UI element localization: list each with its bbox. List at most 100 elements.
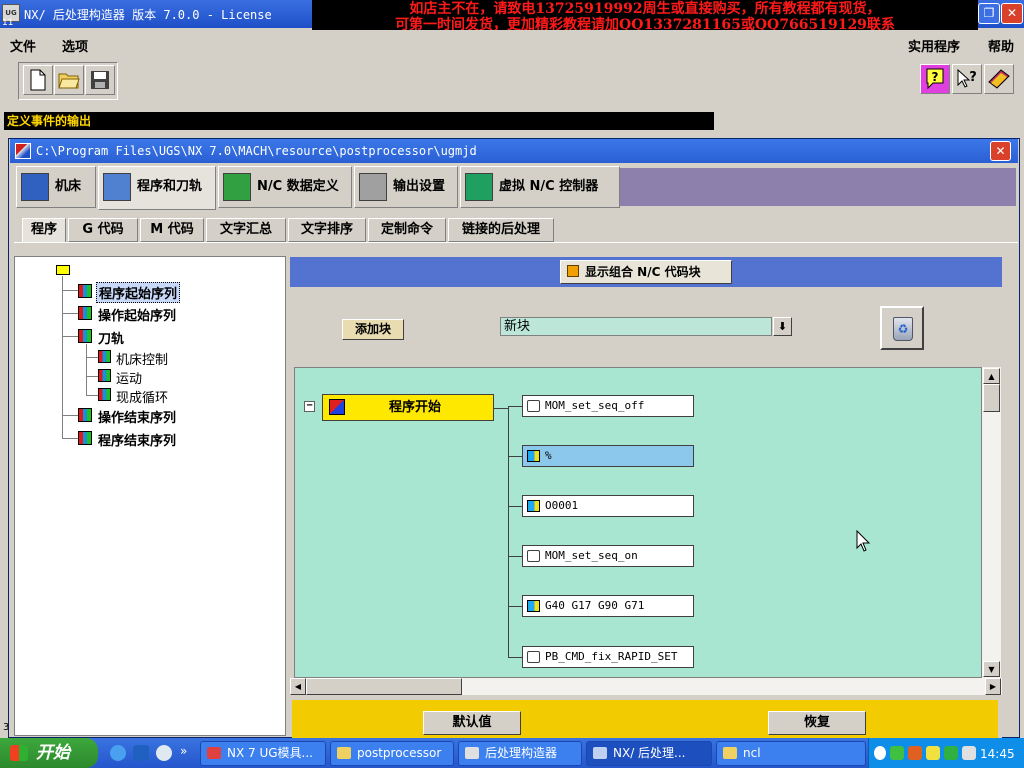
inner-close-button[interactable]: ✕: [990, 141, 1011, 161]
default-button[interactable]: 默认值: [423, 711, 521, 735]
vertical-scroll-thumb[interactable]: [983, 384, 1000, 412]
manual-book-icon: [988, 69, 1010, 89]
menu-file[interactable]: 文件: [10, 36, 36, 55]
sequence-icon: [78, 329, 92, 343]
help-question-icon: ?: [926, 68, 944, 90]
sequence-tree[interactable]: [14, 256, 286, 736]
sequence-icon: [98, 388, 111, 401]
save-file-button[interactable]: [85, 65, 115, 95]
add-block-button[interactable]: 添加块: [342, 319, 404, 340]
block-label: %: [545, 449, 552, 462]
tree-node-label: 现成循环: [116, 391, 169, 406]
manual-button[interactable]: [984, 64, 1014, 94]
task-nx7-tutorial[interactable]: NX 7 UG模具...: [200, 741, 326, 766]
block-percent[interactable]: %: [522, 445, 694, 467]
scroll-left-icon[interactable]: ◀: [290, 678, 306, 695]
network-icon[interactable]: [890, 746, 904, 760]
task-label: NX/ 后处理...: [613, 746, 686, 760]
new-file-button[interactable]: [23, 65, 53, 95]
show-combined-blocks-toggle[interactable]: 显示组合 N/C 代码块: [560, 260, 732, 284]
block-g40-g17-g90-g71[interactable]: G40 G17 G90 G71: [522, 595, 694, 617]
block-mom-set-seq-off[interactable]: MOM_set_seq_off: [522, 395, 694, 417]
cube-icon: [527, 450, 540, 462]
mouse-cursor-icon: [856, 530, 870, 552]
task-postprocessor-folder[interactable]: postprocessor: [330, 741, 454, 766]
subtab-linked-posts[interactable]: 链接的后处理: [448, 218, 554, 242]
tree-node-label: 程序结束序列: [98, 434, 177, 449]
help-button[interactable]: ?: [920, 64, 950, 94]
ie-icon[interactable]: [110, 745, 126, 761]
task-ncl-folder[interactable]: ncl: [716, 741, 866, 766]
subtab-divider: [14, 242, 1018, 243]
program-start-node[interactable]: 程序开始: [322, 394, 494, 421]
folder-icon: [723, 747, 737, 759]
desktop-icon[interactable]: [133, 745, 149, 761]
tab-nc-data-definition[interactable]: N/C 数据定义: [218, 166, 352, 208]
subtab-program[interactable]: 程序: [22, 218, 66, 242]
scroll-down-icon[interactable]: ▼: [983, 661, 1000, 677]
tab-machine-tool[interactable]: 机床: [16, 166, 96, 208]
block-mom-set-seq-on[interactable]: MOM_set_seq_on: [522, 545, 694, 567]
connector-line: [508, 456, 522, 457]
volume-icon[interactable]: [962, 746, 976, 760]
close-window-button[interactable]: ✕: [1001, 3, 1023, 24]
scroll-up-icon[interactable]: ▲: [983, 368, 1000, 384]
tab-label: 机床: [55, 179, 82, 194]
tree-line: [62, 336, 78, 337]
tree-node-label: 操作起始序列: [98, 309, 177, 324]
menu-options[interactable]: 选项: [62, 36, 88, 55]
menu-help[interactable]: 帮助: [988, 36, 1014, 55]
svg-text:?: ?: [969, 70, 977, 85]
scroll-right-icon[interactable]: ▶: [985, 678, 1001, 695]
collapse-icon[interactable]: −: [304, 401, 315, 412]
tree-line: [62, 415, 78, 416]
ad-banner: 如店主不在，请致电13725919992周生或直接购买，所有教程都有现货， 可第…: [312, 0, 978, 34]
tab-output-settings[interactable]: 输出设置: [354, 166, 458, 208]
program-start-icon: [329, 399, 345, 415]
trash-button[interactable]: ♻: [880, 306, 924, 350]
show-blocks-checkbox-icon[interactable]: [567, 265, 579, 277]
tab-virtual-nc-controller[interactable]: 虚拟 N/C 控制器: [460, 166, 620, 208]
new-block-select[interactable]: 新块: [500, 317, 772, 336]
corner-number: 11: [2, 18, 14, 28]
task-post-builder[interactable]: 后处理构造器: [458, 741, 582, 766]
tree-line: [86, 376, 98, 377]
subtab-custom-command[interactable]: 定制命令: [368, 218, 446, 242]
open-file-button[interactable]: [54, 65, 84, 95]
dropdown-arrow-icon[interactable]: ⬇: [773, 317, 792, 336]
subtab-word-summary[interactable]: 文字汇总: [206, 218, 286, 242]
task-label: 后处理构造器: [485, 746, 558, 760]
tree-line: [86, 395, 98, 396]
quicklaunch-overflow-icon[interactable]: »: [180, 744, 187, 758]
horizontal-scroll-thumb[interactable]: [306, 678, 462, 695]
new-file-icon: [30, 69, 46, 91]
tab-program-toolpath[interactable]: 程序和刀轨: [98, 166, 216, 210]
block-o0001[interactable]: O0001: [522, 495, 694, 517]
security-icon[interactable]: [926, 746, 940, 760]
subtab-word-sequence[interactable]: 文字排序: [288, 218, 366, 242]
sequence-icon: [78, 431, 92, 445]
subtab-m-code[interactable]: M 代码: [140, 218, 204, 242]
nc-data-icon: [223, 173, 251, 201]
restore-window-button[interactable]: ❐: [978, 3, 1000, 24]
block-label: G40 G17 G90 G71: [545, 599, 645, 612]
folder-icon: [337, 747, 351, 759]
block-pb-cmd-fix-rapid-set[interactable]: PB_CMD_fix_RAPID_SET: [522, 646, 694, 668]
canvas-vertical-scrollbar[interactable]: [982, 367, 1001, 678]
sequence-icon: [98, 369, 111, 382]
task-nx-post[interactable]: NX/ 后处理...: [586, 741, 712, 766]
connector-line: [508, 406, 509, 658]
context-help-button[interactable]: ?: [952, 64, 982, 94]
restore-button[interactable]: 恢复: [768, 711, 866, 735]
media-player-icon[interactable]: [156, 745, 172, 761]
tray-arrow-icon[interactable]: [874, 746, 886, 760]
shield-icon[interactable]: [944, 746, 958, 760]
tab-label: 输出设置: [393, 179, 446, 194]
connector-line: [508, 657, 522, 658]
subtab-g-code[interactable]: G 代码: [68, 218, 138, 242]
root-folder-icon: [56, 265, 70, 275]
inner-window-path: C:\Program Files\UGS\NX 7.0\MACH\resourc…: [36, 144, 477, 158]
menu-utilities[interactable]: 实用程序: [908, 36, 960, 55]
open-folder-icon: [58, 73, 80, 89]
input-method-icon[interactable]: [908, 746, 922, 760]
